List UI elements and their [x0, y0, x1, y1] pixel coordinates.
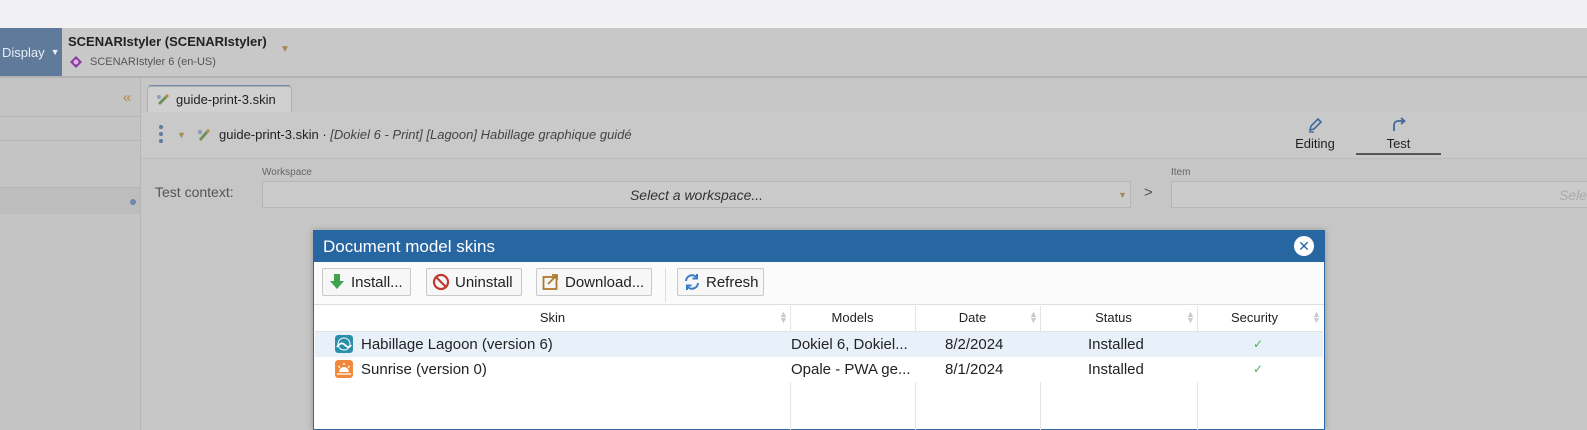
skin-status: Installed [1088, 361, 1144, 378]
toolbar-divider [665, 268, 666, 302]
tab-editing[interactable]: Editing [1285, 113, 1345, 155]
left-panel-row[interactable] [0, 188, 140, 214]
uninstall-label: Uninstall [455, 273, 513, 291]
skin-date: 8/1/2024 [945, 361, 1004, 378]
table-row[interactable]: Habillage Lagoon (version 6) Dokiel 6, D… [315, 332, 1323, 357]
test-context-label: Test context: [155, 184, 234, 200]
redo-arrow-icon [1392, 117, 1406, 131]
kebab-menu-icon[interactable] [159, 125, 163, 146]
skin-models: Opale - PWA ge... [791, 361, 911, 378]
install-button[interactable]: Install... [322, 268, 411, 296]
item-title: guide-print-3.skin · [Dokiel 6 - Print] … [219, 127, 632, 142]
tab-test-label: Test [1386, 136, 1411, 151]
item-description: [Dokiel 6 - Print] [Lagoon] Habillage gr… [330, 127, 632, 142]
app-title[interactable]: SCENARIstyler (SCENARIstyler) [68, 34, 267, 49]
refresh-button[interactable]: Refresh [677, 268, 764, 296]
item-select[interactable]: Sele [1171, 181, 1587, 208]
sunrise-skin-icon [335, 360, 353, 378]
refresh-label: Refresh [706, 273, 759, 291]
app-menu-chevron-icon[interactable]: ▼ [280, 44, 290, 55]
refresh-icon [685, 274, 699, 290]
security-check-icon: ✓ [1253, 362, 1264, 376]
download-label: Download... [565, 273, 645, 291]
skin-name: Habillage Lagoon (version 6) [361, 336, 553, 353]
item-name: guide-print-3.skin · [219, 127, 327, 142]
item-placeholder: Sele [1558, 187, 1587, 203]
workspace-label: Workspace [262, 167, 312, 178]
column-header-status[interactable]: Status [1040, 310, 1187, 325]
tab-label: guide-print-3.skin [176, 92, 276, 107]
column-header-skin[interactable]: Skin [315, 310, 790, 325]
skin-models: Dokiel 6, Dokiel... [791, 336, 908, 353]
lagoon-skin-icon [335, 335, 353, 353]
chevron-down-icon[interactable]: ▼ [1118, 190, 1127, 200]
column-header-models[interactable]: Models [790, 310, 915, 325]
install-label: Install... [351, 273, 403, 291]
workspace-placeholder: Select a workspace... [629, 186, 764, 203]
item-label: Item [1171, 167, 1191, 178]
workspace-select[interactable]: Select a workspace... [262, 181, 1131, 208]
tab-test[interactable]: Test [1356, 113, 1441, 155]
sort-icon[interactable]: ▲ ▼ [779, 310, 788, 325]
download-arrow-icon [330, 274, 344, 289]
status-dot-icon [130, 199, 136, 205]
column-header-date[interactable]: Date [915, 310, 1030, 325]
skin-file-icon [157, 93, 169, 105]
skin-date: 8/2/2024 [945, 336, 1004, 353]
uninstall-button[interactable]: Uninstall [426, 268, 522, 296]
close-icon[interactable]: ✕ [1294, 236, 1314, 256]
tab-editing-label: Editing [1295, 136, 1335, 151]
app-subtitle: SCENARIstyler 6 (en-US) [90, 56, 216, 68]
column-header-security[interactable]: Security [1197, 310, 1312, 325]
pen-icon [1308, 117, 1323, 133]
forbidden-icon [432, 273, 450, 291]
item-chevron-icon[interactable]: ▼ [177, 130, 186, 140]
skin-status: Installed [1088, 336, 1144, 353]
scenari-logo-icon [70, 56, 82, 68]
table-row[interactable]: Sunrise (version 0) Opale - PWA ge... 8/… [315, 357, 1323, 382]
editor-tab[interactable]: guide-print-3.skin [147, 86, 292, 112]
display-menu-button[interactable]: Display ▼ [0, 28, 62, 76]
context-separator: > [1144, 184, 1153, 201]
top-strip [0, 0, 1587, 28]
sort-icon[interactable]: ▲ ▼ [1029, 310, 1038, 325]
security-check-icon: ✓ [1253, 337, 1264, 351]
sort-icon[interactable]: ▲ ▼ [1312, 310, 1321, 325]
skin-name: Sunrise (version 0) [361, 361, 487, 378]
dialog-title: Document model skins [313, 230, 1325, 262]
download-button[interactable]: Download... [536, 268, 652, 296]
export-icon [542, 274, 558, 290]
collapse-panel-icon[interactable]: « [123, 89, 131, 106]
skin-file-icon [197, 129, 210, 141]
display-label: Display [2, 44, 45, 60]
sort-icon[interactable]: ▲ ▼ [1186, 310, 1195, 325]
left-panel [0, 78, 141, 430]
chevron-down-icon: ▼ [50, 47, 60, 57]
